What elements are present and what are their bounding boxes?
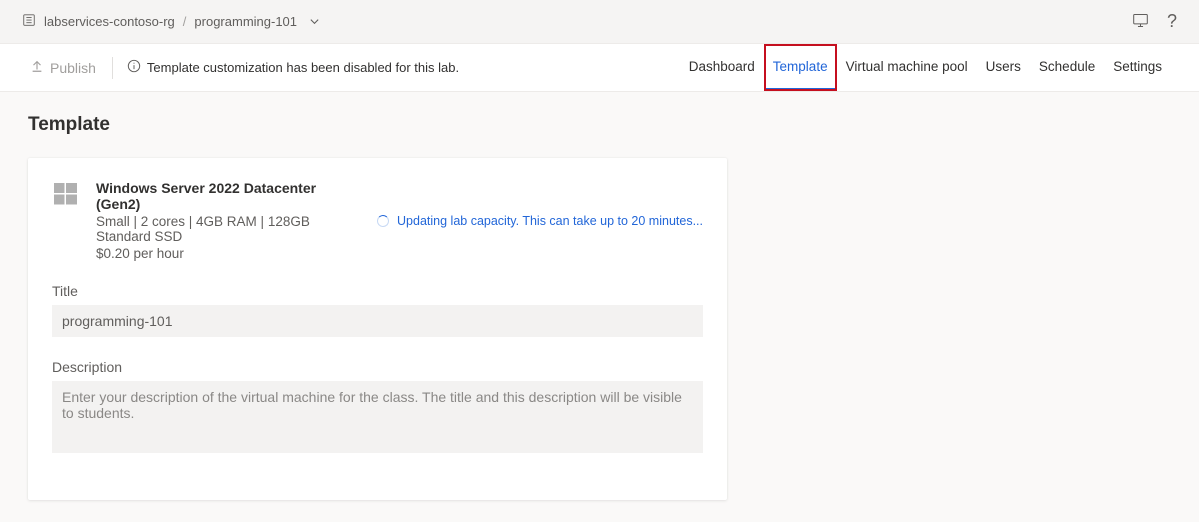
info-icon [127,59,141,76]
upload-icon [30,59,44,76]
breadcrumb-bar: labservices-contoso-rg / programming-101… [0,0,1199,44]
vm-info: Windows Server 2022 Datacenter (Gen2) Sm… [96,180,361,261]
tab-virtual-machine-pool[interactable]: Virtual machine pool [837,44,977,91]
header-actions: ? [1132,11,1177,32]
publish-button[interactable]: Publish [28,59,98,76]
help-icon[interactable]: ? [1167,11,1177,32]
vm-name: Windows Server 2022 Datacenter (Gen2) [96,180,361,212]
description-input[interactable] [52,381,703,453]
tab-users[interactable]: Users [977,44,1030,91]
vm-cost: $0.20 per hour [96,246,361,261]
resource-group-icon [22,13,36,30]
description-label: Description [52,359,703,375]
tab-settings[interactable]: Settings [1104,44,1171,91]
tab-schedule[interactable]: Schedule [1030,44,1104,91]
page-content: Template Windows Server 2022 Datacenter … [0,92,1199,522]
vm-status-text: Updating lab capacity. This can take up … [397,214,703,228]
spinner-icon [377,215,389,227]
tab-dashboard[interactable]: Dashboard [680,44,764,91]
vm-spec: Small | 2 cores | 4GB RAM | 128GB Standa… [96,214,361,244]
breadcrumb: labservices-contoso-rg / programming-101 [22,13,320,30]
feedback-icon[interactable] [1132,12,1149,32]
windows-icon [52,180,80,208]
info-message: Template customization has been disabled… [127,59,459,76]
title-field-group: Title [52,283,703,337]
title-label: Title [52,283,703,299]
toolbar-divider [112,57,113,79]
breadcrumb-separator: / [183,14,187,29]
page-title: Template [28,114,1171,136]
lab-toolbar: Publish Template customization has been … [0,44,1199,92]
info-message-text: Template customization has been disabled… [147,60,459,75]
breadcrumb-lab-name[interactable]: programming-101 [194,14,297,29]
vm-status: Updating lab capacity. This can take up … [377,180,703,261]
tab-template[interactable]: Template [764,44,837,91]
publish-label: Publish [50,60,96,76]
title-input[interactable] [52,305,703,337]
template-card: Windows Server 2022 Datacenter (Gen2) Sm… [28,158,727,500]
description-field-group: Description [52,359,703,456]
breadcrumb-resource-group[interactable]: labservices-contoso-rg [44,14,175,29]
chevron-down-icon[interactable] [309,16,320,27]
lab-tabs: Dashboard Template Virtual machine pool … [680,44,1171,91]
